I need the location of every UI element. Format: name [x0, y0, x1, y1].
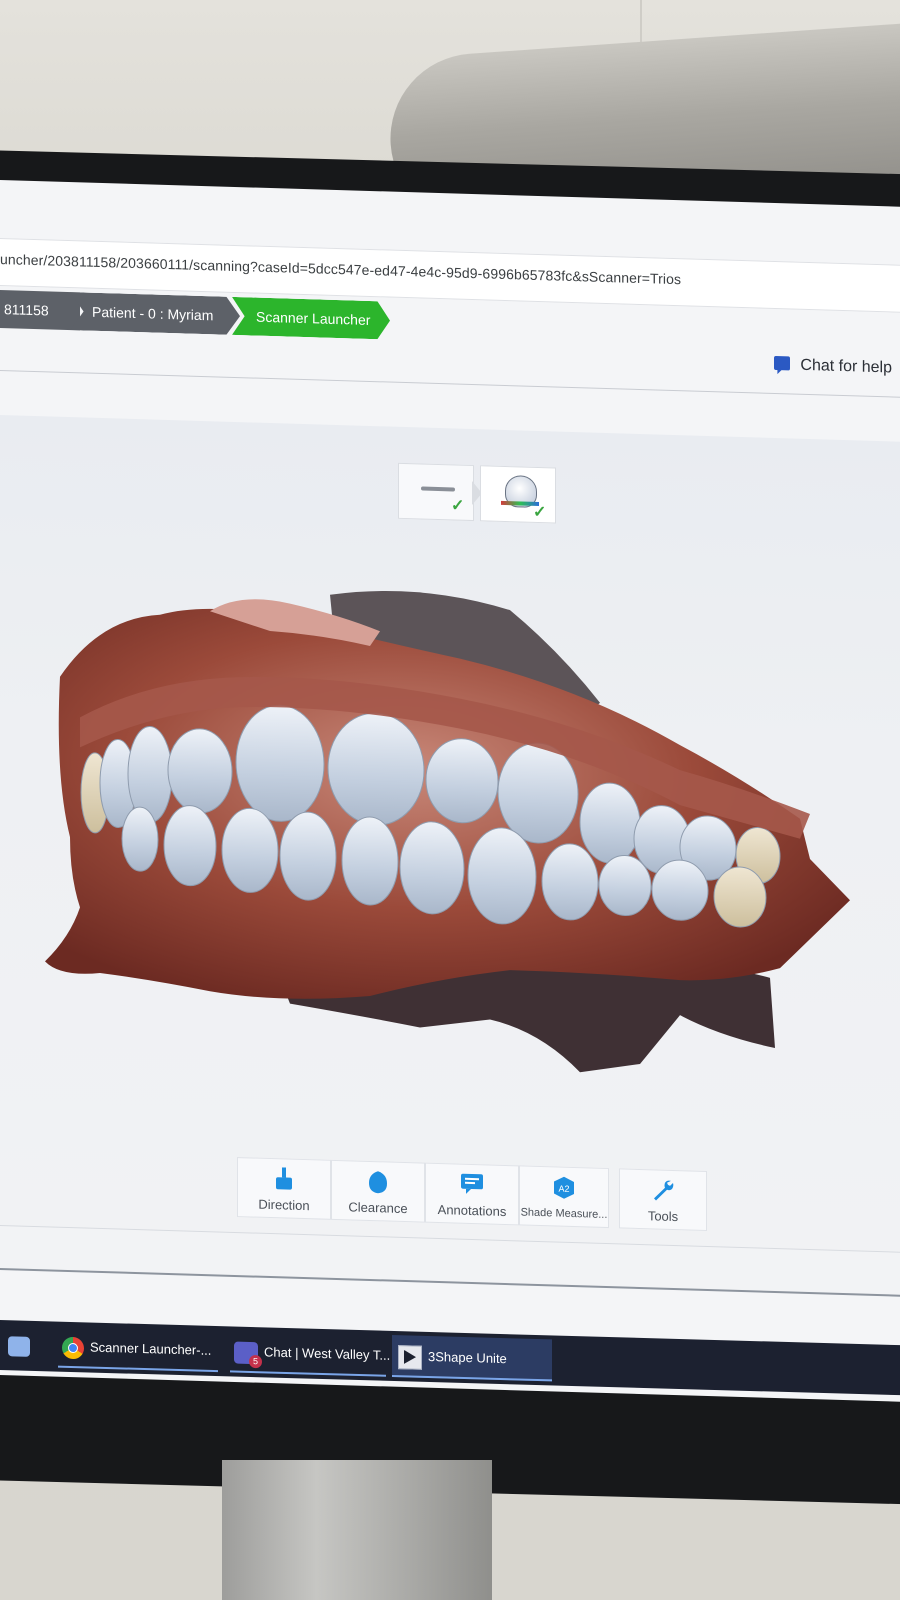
breadcrumb-case-id[interactable]: 811158 — [0, 289, 80, 331]
chat-for-help-link[interactable]: Chat for help — [774, 351, 892, 382]
taskbar-item-unite-label: 3Shape Unite — [428, 1348, 507, 1367]
annotations-icon — [461, 1173, 483, 1194]
direction-button[interactable]: Direction — [237, 1157, 331, 1220]
breadcrumb-patient[interactable]: Patient - 0 : Myriam — [70, 292, 240, 335]
direction-label: Direction — [258, 1196, 310, 1214]
browser-window: uncher/203811158/203660111/scanning?case… — [0, 180, 900, 1402]
check-icon: ✓ — [533, 503, 547, 522]
teams-icon: 5 — [234, 1341, 262, 1368]
monitor-stand — [222, 1460, 492, 1600]
taskbar-active-indicator — [58, 1365, 218, 1373]
shade-measure-button[interactable]: A2 Shade Measure... — [519, 1165, 609, 1229]
direction-icon — [276, 1167, 292, 1190]
clearance-label: Clearance — [348, 1199, 408, 1217]
intraoral-3d-scan[interactable] — [40, 576, 860, 1100]
chat-for-help-label: Chat for help — [800, 356, 892, 377]
clearance-icon — [369, 1171, 387, 1194]
start-button[interactable] — [8, 1324, 42, 1367]
check-icon: ✓ — [451, 497, 465, 515]
taskbar-item-3shape-unite[interactable]: 3Shape Unite — [392, 1334, 552, 1382]
annotations-button[interactable]: Annotations — [425, 1162, 519, 1226]
tools-button[interactable]: Tools — [619, 1168, 707, 1231]
unite-icon — [398, 1344, 422, 1370]
tools-label: Tools — [647, 1208, 679, 1225]
taskbar-item-chrome[interactable]: Scanner Launcher-... — [58, 1326, 218, 1373]
clearance-button[interactable]: Clearance — [331, 1159, 425, 1223]
breadcrumb-scanner-launcher[interactable]: Scanner Launcher — [232, 297, 390, 340]
breadcrumb-patient-label: Patient - 0 : Myriam — [92, 303, 214, 324]
breadcrumb-case-id-label: 811158 — [4, 301, 49, 319]
chrome-icon — [62, 1336, 84, 1359]
url-text[interactable]: uncher/203811158/203660111/scanning?case… — [0, 251, 681, 287]
preparation-stage-button[interactable]: ✓ — [398, 462, 474, 522]
wrench-icon — [654, 1180, 674, 1201]
breadcrumb-scanner-launcher-label: Scanner Launcher — [256, 308, 371, 328]
shade-measure-icon: A2 — [554, 1176, 574, 1199]
shade-badge: A2 — [558, 1184, 569, 1194]
header-divider — [0, 370, 900, 398]
shade-measure-label: Shade Measure... — [520, 1206, 608, 1222]
teams-badge: 5 — [249, 1354, 262, 1368]
preparation-icon — [421, 486, 455, 492]
annotations-label: Annotations — [437, 1201, 507, 1220]
start-icon — [8, 1335, 30, 1357]
taskbar-active-indicator — [392, 1374, 552, 1382]
taskbar-item-chrome-label: Scanner Launcher-... — [90, 1339, 212, 1358]
taskbar-item-teams[interactable]: 5 Chat | West Valley T... — [230, 1330, 390, 1377]
bite-scan-stage-button[interactable]: ✓ — [480, 465, 556, 524]
taskbar-item-teams-label: Chat | West Valley T... — [264, 1344, 391, 1363]
taskbar-active-indicator — [230, 1370, 386, 1377]
chat-icon — [774, 355, 791, 371]
scan-viewer[interactable]: ✓ ✓ Direction Clearance Annotations A2 S… — [0, 415, 900, 1252]
